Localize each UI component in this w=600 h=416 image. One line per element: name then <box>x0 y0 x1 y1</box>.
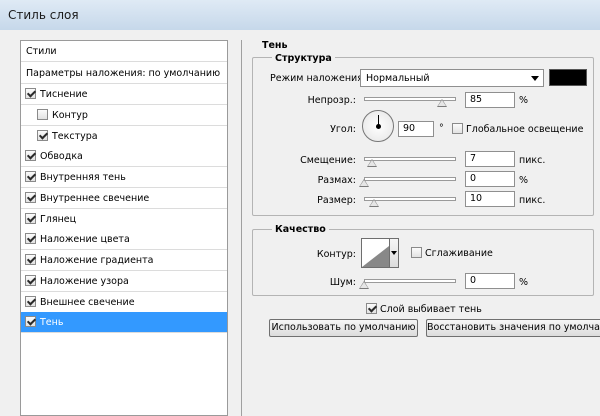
blend-mode-select[interactable]: Нормальный <box>360 69 544 87</box>
noise-slider-track[interactable] <box>364 279 456 283</box>
knocks-out-label: Слой выбивает тень <box>380 304 482 315</box>
style-item-checkbox-icon[interactable] <box>25 88 36 99</box>
style-item-checkbox-icon[interactable] <box>25 254 36 265</box>
style-item-checkbox-icon[interactable] <box>25 274 36 286</box>
style-item[interactable]: Внешнее свечение <box>21 291 227 313</box>
blending-options-item[interactable]: Параметры наложения: по умолчанию <box>21 63 227 84</box>
distance-slider-thumb[interactable] <box>367 159 377 167</box>
style-item-label: Обводка <box>40 151 83 163</box>
noise-slider-thumb[interactable] <box>359 281 369 289</box>
global-light-label: Глобальное освещение <box>466 124 584 135</box>
style-item-label: Наложение цвета <box>40 234 130 246</box>
spread-input[interactable]: 0 <box>465 171 515 187</box>
style-item-label: Тень <box>40 317 64 329</box>
noise-unit: % <box>519 277 529 288</box>
style-item[interactable]: Наложение узора <box>21 270 227 292</box>
style-item-label: Текстура <box>52 130 98 142</box>
make-default-button[interactable]: Использовать по умолчанию <box>269 319 418 337</box>
style-item-label: Внутреннее свечение <box>40 192 150 204</box>
distance-slider-track[interactable] <box>364 157 456 161</box>
style-item[interactable]: Обводка <box>21 146 227 168</box>
opacity-label: Непрозр.: <box>307 95 356 106</box>
distance-input[interactable]: 7 <box>465 151 515 167</box>
noise-label: Шум: <box>329 277 356 288</box>
style-item-label: Внутренняя тень <box>40 172 126 183</box>
blend-mode-label: Режим наложения: <box>270 73 367 84</box>
window-title: Стиль слоя <box>8 8 79 22</box>
style-item-label: Контур <box>52 109 88 121</box>
spread-slider-track[interactable] <box>364 177 456 181</box>
blend-mode-value: Нормальный <box>366 73 430 84</box>
contour-dropdown-button[interactable] <box>389 238 399 268</box>
style-item-checkbox-icon[interactable] <box>25 212 36 224</box>
chevron-down-icon <box>531 76 539 81</box>
style-item[interactable]: Текстура <box>21 125 227 147</box>
styles-header-label: Стили <box>26 46 57 57</box>
angle-input[interactable]: 90 <box>398 121 434 137</box>
global-light-checkbox[interactable] <box>452 123 463 134</box>
opacity-input[interactable]: 85 <box>465 92 515 108</box>
style-item-checkbox-icon[interactable] <box>25 316 36 328</box>
antialias-label: Сглаживание <box>425 248 493 259</box>
spread-unit: % <box>519 175 529 186</box>
styles-list-panel: Стили Параметры наложения: по умолчанию … <box>20 40 228 416</box>
styles-header[interactable]: Стили <box>21 41 227 62</box>
knocks-out-checkbox[interactable] <box>366 303 377 314</box>
style-item-label: Наложение узора <box>40 275 129 287</box>
angle-dial-center <box>376 124 381 129</box>
angle-dial-icon[interactable] <box>362 110 394 142</box>
blending-options-label: Параметры наложения: по умолчанию <box>26 68 221 79</box>
style-item-checkbox-icon[interactable] <box>37 108 48 120</box>
distance-unit: пикс. <box>519 155 546 166</box>
style-item[interactable]: Наложение цвета <box>21 229 227 251</box>
style-item-checkbox-icon[interactable] <box>37 129 48 141</box>
style-item[interactable]: Внутренняя тень <box>21 167 227 188</box>
style-item-label: Тиснение <box>40 89 88 100</box>
angle-label: Угол: <box>330 124 356 135</box>
size-unit: пикс. <box>519 195 546 206</box>
structure-title: Структура <box>272 53 335 64</box>
opacity-unit: % <box>519 95 529 106</box>
style-item-label: Внешнее свечение <box>40 296 135 308</box>
size-input[interactable]: 10 <box>465 191 515 207</box>
style-item-checkbox-icon[interactable] <box>25 191 36 203</box>
style-item[interactable]: Внутреннее свечение <box>21 187 227 209</box>
panel-divider <box>241 40 242 416</box>
style-item[interactable]: Наложение градиента <box>21 250 227 271</box>
size-label: Размер: <box>317 195 356 206</box>
contour-label: Контур: <box>316 249 356 260</box>
style-item-label: Наложение градиента <box>40 255 154 266</box>
size-slider-thumb[interactable] <box>369 199 379 207</box>
spread-slider-thumb[interactable] <box>359 179 369 187</box>
style-item-checkbox-icon[interactable] <box>25 150 36 162</box>
style-item[interactable]: Глянец <box>21 208 227 230</box>
shadow-group-title: Тень <box>262 40 288 51</box>
antialias-checkbox[interactable] <box>411 247 422 258</box>
opacity-slider-thumb[interactable] <box>437 99 448 107</box>
distance-label: Смещение: <box>300 155 356 166</box>
style-item-checkbox-icon[interactable] <box>25 295 36 307</box>
style-item-checkbox-icon[interactable] <box>25 233 36 245</box>
style-item[interactable]: Контур <box>21 104 227 126</box>
style-item[interactable]: Тень <box>21 312 227 334</box>
window-title-bar[interactable]: Стиль слоя <box>0 0 600 30</box>
reset-default-button[interactable]: Восстановить значения по умолчанию <box>426 319 600 337</box>
style-item-label: Глянец <box>40 213 77 225</box>
style-item-checkbox-icon[interactable] <box>25 171 36 182</box>
style-item[interactable]: Тиснение <box>21 84 227 105</box>
spread-label: Размах: <box>317 175 356 186</box>
angle-unit: ° <box>439 123 444 134</box>
shadow-color-swatch[interactable] <box>549 69 587 86</box>
noise-input[interactable]: 0 <box>465 273 515 289</box>
quality-title: Качество <box>272 224 329 235</box>
